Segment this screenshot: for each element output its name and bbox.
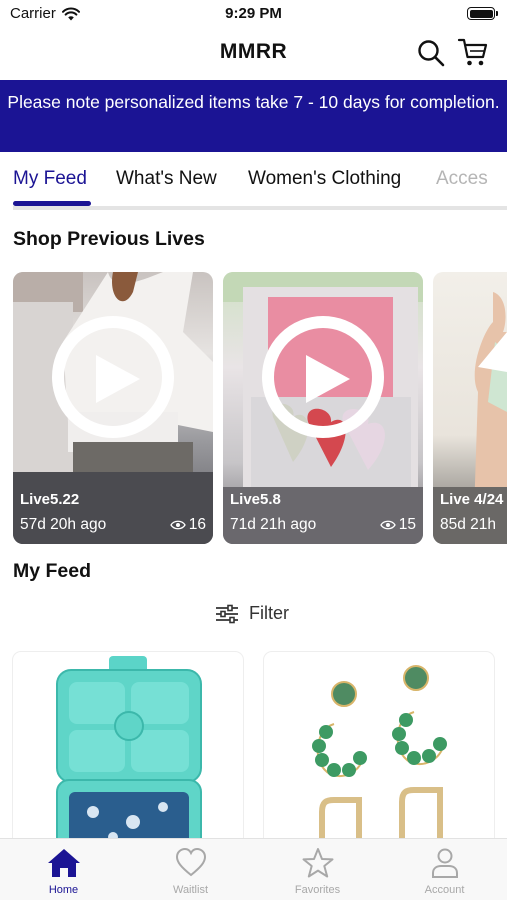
bottom-tab-waitlist[interactable]: Waitlist xyxy=(127,847,254,896)
bottom-tab-favorites[interactable]: Favorites xyxy=(254,847,381,896)
announcement-banner: Please note personalized items take 7 - … xyxy=(0,80,507,152)
star-icon xyxy=(302,848,333,878)
eye-icon xyxy=(379,520,396,530)
live-time-ago: 57d 20h ago xyxy=(20,516,107,533)
bottom-tab-label: Home xyxy=(48,884,79,896)
live-time-ago: 71d 21h ago xyxy=(230,516,317,533)
tab-whats-new[interactable]: What's New xyxy=(116,168,217,190)
live-card[interactable]: Live5.22 57d 20h ago 16 xyxy=(13,272,213,544)
tab-my-feed[interactable]: My Feed xyxy=(13,168,87,190)
category-tabs: My Feed What's New Women's Clothing Acce… xyxy=(0,152,507,210)
views-count: 16 xyxy=(188,516,206,533)
search-icon[interactable] xyxy=(416,38,446,68)
tabs-divider xyxy=(13,206,507,210)
section-title-my-feed: My Feed xyxy=(13,560,92,582)
bottom-tab-account[interactable]: Account xyxy=(381,847,507,896)
product-card[interactable] xyxy=(13,652,243,852)
live-views: 15 xyxy=(379,516,416,534)
play-icon xyxy=(96,355,140,403)
nav-bar: MMRR xyxy=(0,28,507,80)
sliders-icon xyxy=(216,604,238,623)
home-icon xyxy=(47,849,80,877)
live-time-ago: 85d 21h xyxy=(440,516,497,533)
tab-accessories[interactable]: Acces xyxy=(436,168,488,190)
play-button[interactable] xyxy=(262,316,384,438)
filter-button[interactable]: Filter xyxy=(215,603,289,624)
live-name: Live5.8 xyxy=(230,491,281,508)
filter-label: Filter xyxy=(249,603,289,623)
live-views: 16 xyxy=(169,516,206,534)
bottom-tab-bar: Home Waitlist Favorites Account xyxy=(0,838,507,900)
bottom-tab-label: Waitlist xyxy=(172,884,209,896)
product-image-lunch-box xyxy=(56,656,202,852)
banner-text: Please note personalized items take 7 - … xyxy=(7,92,500,112)
person-icon xyxy=(431,848,458,878)
bottom-tab-home[interactable]: Home xyxy=(0,847,127,896)
section-title-previous-lives: Shop Previous Lives xyxy=(13,228,205,250)
heart-icon xyxy=(175,847,206,877)
live-name: Live5.22 xyxy=(20,491,80,508)
play-icon xyxy=(306,355,350,403)
bottom-tab-label: Account xyxy=(424,884,465,896)
status-bar: Carrier 9:29 PM xyxy=(0,0,507,28)
live-card[interactable]: Live 4/24 85d 21h xyxy=(433,272,507,544)
live-name: Live 4/24 xyxy=(440,491,504,508)
play-button[interactable] xyxy=(52,316,174,438)
views-count: 15 xyxy=(398,516,416,533)
status-time: 9:29 PM xyxy=(225,5,282,22)
battery-icon xyxy=(467,7,498,20)
eye-icon xyxy=(169,520,186,530)
tab-womens-clothing[interactable]: Women's Clothing xyxy=(248,168,401,190)
product-image-earrings xyxy=(312,665,447,852)
live-card[interactable]: Live5.8 71d 21h ago 15 xyxy=(223,272,423,544)
product-card[interactable] xyxy=(264,652,494,852)
cart-icon[interactable] xyxy=(457,36,489,68)
bottom-tab-label: Favorites xyxy=(294,884,341,896)
